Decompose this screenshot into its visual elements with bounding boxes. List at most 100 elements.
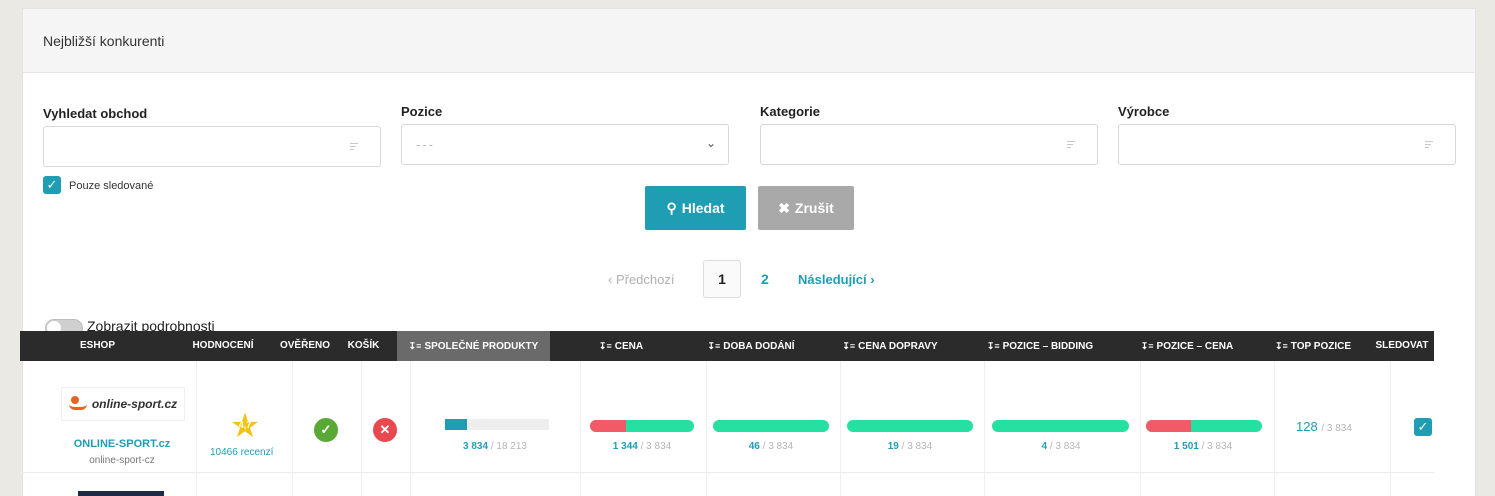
pagination-next-label: Následující xyxy=(798,272,867,287)
position-placeholder: --- xyxy=(416,137,435,152)
next-row-logo xyxy=(78,491,164,496)
position-bidding-count: 4 xyxy=(1041,441,1048,452)
common-products-fill xyxy=(445,419,467,430)
position-select[interactable]: --- ⌄ xyxy=(401,124,729,165)
col-price[interactable]: ↧≡ CENA xyxy=(558,331,684,361)
column-divider xyxy=(410,361,411,496)
delivery-time-total: / 3 834 xyxy=(762,441,794,452)
category-label: Kategorie xyxy=(760,104,820,119)
price-bar-red xyxy=(590,420,627,432)
cart-cross-icon: ✕ xyxy=(373,418,397,442)
col-position-price[interactable]: ↧≡ POZICE – CENA xyxy=(1118,331,1256,361)
column-divider xyxy=(361,361,362,496)
only-watched-label: Pouze sledované xyxy=(69,180,154,192)
col-shipping-price[interactable]: ↧≡ CENA DOPRAVY xyxy=(818,331,962,361)
col-delivery-time-label: DOBA DODÁNÍ xyxy=(723,341,795,352)
col-top-position[interactable]: ↧≡ TOP POZICE xyxy=(1256,331,1370,361)
search-button-label: Hledat xyxy=(681,200,725,216)
col-position-bidding-label: POZICE – BIDDING xyxy=(1002,341,1094,352)
sort-icon: ↧≡ xyxy=(842,341,856,351)
col-top-position-label: TOP POZICE xyxy=(1290,341,1351,352)
col-cart: KOŠÍK xyxy=(347,340,380,351)
common-products-total: / 18 213 xyxy=(490,441,527,452)
search-button[interactable]: ⚲ Hledat xyxy=(645,186,746,230)
only-watched-checkbox[interactable]: ✓ xyxy=(43,176,61,194)
price-total: / 3 834 xyxy=(640,441,672,452)
lines-icon xyxy=(1067,141,1075,149)
shipping-price-bar xyxy=(847,420,973,432)
sort-icon: ↧≡ xyxy=(1275,341,1288,351)
column-divider xyxy=(706,361,707,496)
pagination-prev[interactable]: ‹ Předchozí xyxy=(608,272,675,287)
runner-logo-icon xyxy=(68,396,89,412)
pagination-next[interactable]: Následující › xyxy=(798,272,875,287)
column-divider xyxy=(984,361,985,496)
eshop-logo[interactable]: online-sport.cz xyxy=(61,387,185,421)
eshop-slug: online-sport-cz xyxy=(89,455,155,466)
eshop-logo-text: online-sport.cz xyxy=(91,397,178,411)
column-divider xyxy=(840,361,841,496)
manufacturer-input[interactable] xyxy=(1118,124,1456,165)
shipping-price-total: / 3 834 xyxy=(901,441,933,452)
common-products-count: 3 834 xyxy=(463,441,489,452)
column-divider xyxy=(1274,361,1275,496)
cancel-button[interactable]: ✖ Zrušit xyxy=(758,186,854,230)
manufacturer-label: Výrobce xyxy=(1118,104,1170,119)
delivery-time-value: 46 / 3 834 xyxy=(708,441,834,452)
watch-checkbox[interactable]: ✓ xyxy=(1414,418,1432,436)
sort-icon: ↧≡ xyxy=(598,341,612,351)
sort-icon: ↧≡ xyxy=(986,341,1000,351)
close-icon: ✖ xyxy=(778,199,790,216)
column-divider xyxy=(196,361,197,496)
delivery-time-bar xyxy=(713,420,829,432)
pagination-page-2[interactable]: 2 xyxy=(761,271,769,287)
top-position-value: 128 / 3 834 xyxy=(1296,419,1352,434)
sort-icon: ↧≡ xyxy=(707,341,721,351)
shipping-price-count: 19 xyxy=(887,441,899,452)
column-divider xyxy=(1390,361,1391,496)
position-price-count: 1 501 xyxy=(1173,441,1199,452)
category-input[interactable] xyxy=(760,124,1098,165)
price-bar xyxy=(590,420,694,432)
sort-icon: ↧≡ xyxy=(408,341,422,351)
column-divider xyxy=(580,361,581,496)
position-price-value: 1 501 / 3 834 xyxy=(1140,441,1266,452)
rating-value: 4,7 xyxy=(238,420,252,430)
top-position-count: 128 xyxy=(1296,419,1318,434)
sort-icon: ↧≡ xyxy=(1140,341,1154,351)
search-icon: ⚲ xyxy=(666,199,677,216)
shipping-price-value: 19 / 3 834 xyxy=(842,441,978,452)
col-eshop: ESHOP xyxy=(79,340,115,351)
lines-icon xyxy=(1425,141,1433,149)
cancel-button-label: Zrušit xyxy=(794,200,834,216)
col-shipping-price-label: CENA DOPRAVY xyxy=(858,341,938,352)
col-price-label: CENA xyxy=(614,341,644,352)
position-bidding-value: 4 / 3 834 xyxy=(990,441,1132,452)
col-rating: HODNOCENÍ xyxy=(192,340,254,351)
position-label: Pozice xyxy=(401,104,443,119)
price-value: 1 344 / 3 834 xyxy=(580,441,704,452)
price-count: 1 344 xyxy=(612,441,638,452)
position-bidding-bar xyxy=(992,420,1129,432)
col-common-products[interactable]: ↧≡ SPOLEČNÉ PRODUKTY xyxy=(397,331,550,361)
col-verified: OVĚŘENO xyxy=(279,340,330,351)
position-price-total: / 3 834 xyxy=(1201,441,1233,452)
col-delivery-time[interactable]: ↧≡ DOBA DODÁNÍ xyxy=(684,331,818,361)
reviews-link[interactable]: 10466 recenzí xyxy=(210,447,273,458)
column-divider xyxy=(1140,361,1141,496)
pagination-current[interactable]: 1 xyxy=(703,260,741,298)
col-position-bidding[interactable]: ↧≡ POZICE – BIDDING xyxy=(962,331,1118,361)
panel-title: Nejbližší konkurenti xyxy=(23,9,1475,73)
search-shop-label: Vyhledat obchod xyxy=(43,106,148,121)
verified-check-icon: ✓ xyxy=(314,418,338,442)
chevron-down-icon: ⌄ xyxy=(705,136,716,150)
top-position-total: / 3 834 xyxy=(1321,423,1352,434)
position-price-bar-red xyxy=(1146,420,1192,432)
table-header: ESHOP HODNOCENÍ OVĚŘENO KOŠÍK ↧≡ SPOLEČNÉ… xyxy=(20,331,1434,361)
delivery-time-count: 46 xyxy=(748,441,760,452)
search-shop-input[interactable] xyxy=(43,126,381,167)
position-price-bar xyxy=(1146,420,1262,432)
eshop-name-link[interactable]: ONLINE-SPORT.cz xyxy=(60,438,184,450)
position-bidding-total: / 3 834 xyxy=(1049,441,1081,452)
column-divider xyxy=(292,361,293,496)
